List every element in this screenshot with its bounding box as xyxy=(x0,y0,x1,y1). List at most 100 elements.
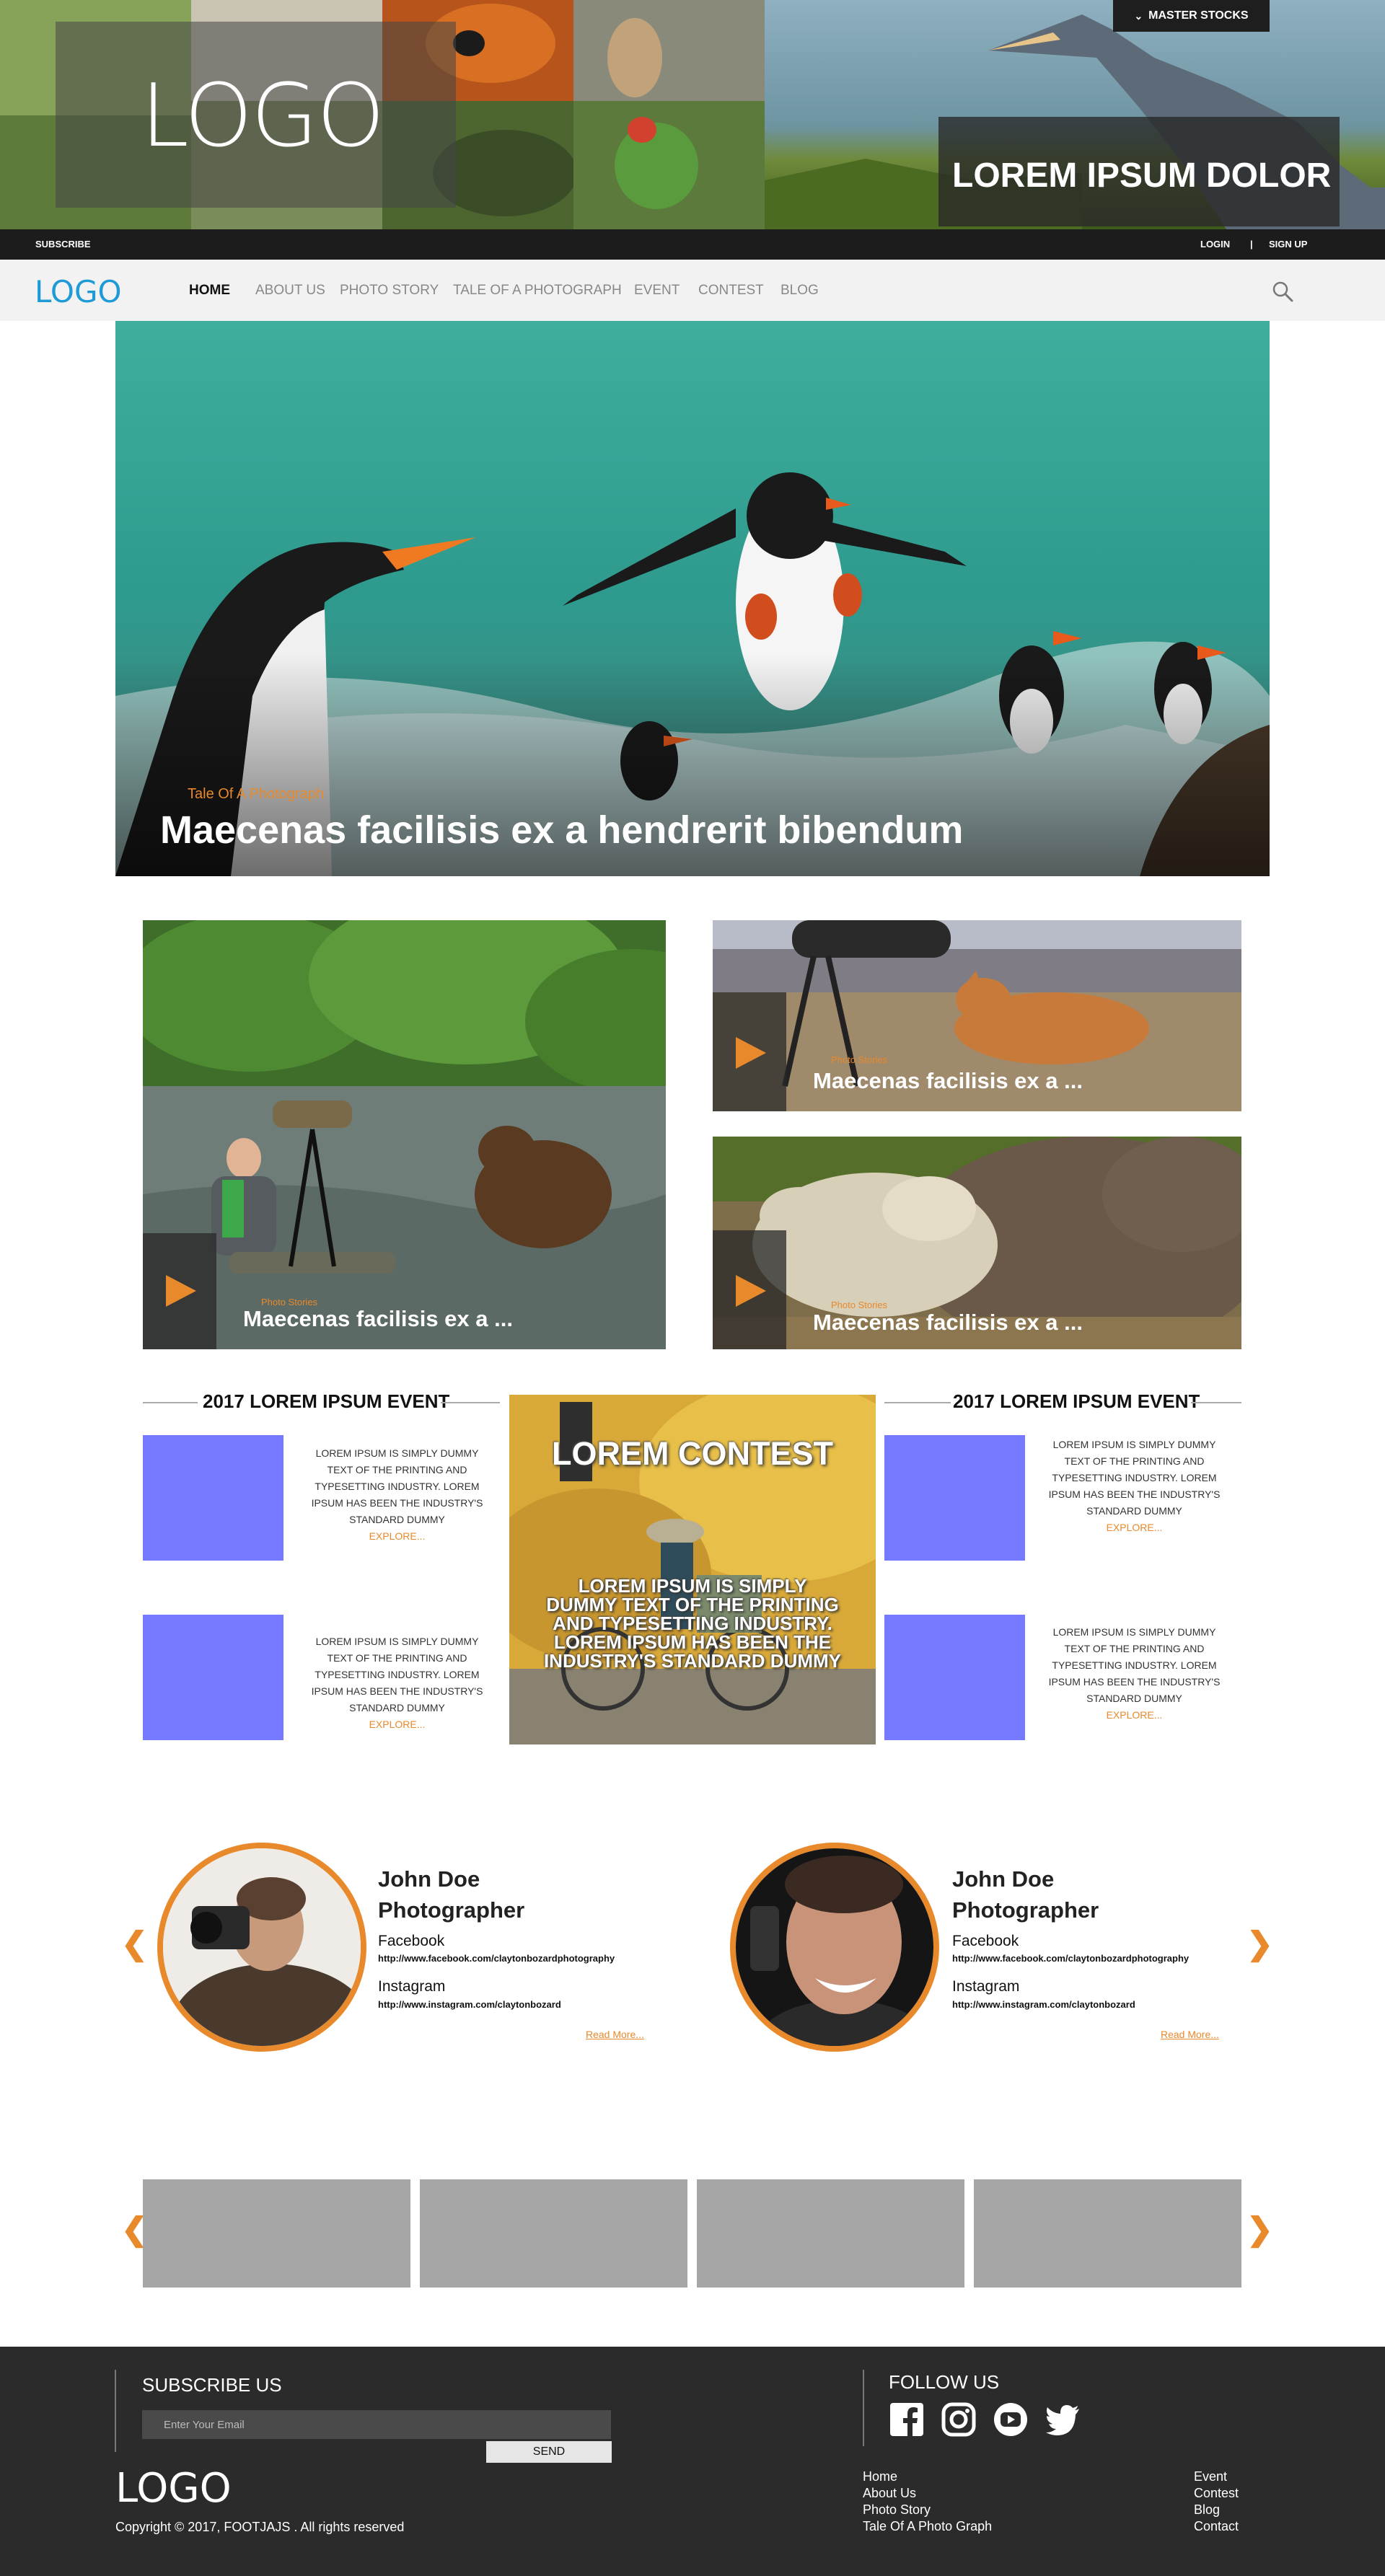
footer-link-event[interactable]: Event xyxy=(1194,2469,1227,2484)
event-text: LOREM IPSUM IS SIMPLY DUMMY TEXT OF THE … xyxy=(311,1447,483,1525)
nav-item-home[interactable]: HOME xyxy=(189,283,230,299)
photographers-next-arrow[interactable]: ❯ xyxy=(1246,1926,1273,1962)
read-more-link[interactable]: Read More... xyxy=(586,2029,644,2040)
footer-link-about-us[interactable]: About Us xyxy=(863,2486,916,2501)
footer-divider xyxy=(863,2370,864,2446)
nav-item-tale-of-a-photograph[interactable]: TALE OF A PHOTOGRAPH xyxy=(453,283,622,299)
card-title[interactable]: Maecenas facilisis ex a ... xyxy=(813,1310,1083,1336)
footer-divider xyxy=(115,2370,116,2452)
nav-item-contest[interactable]: CONTEST xyxy=(698,283,764,299)
subscribe-link[interactable]: SUBSCRIBE xyxy=(35,239,91,250)
photographers-prev-arrow[interactable]: ❮ xyxy=(121,1926,148,1962)
facebook-label: Facebook xyxy=(378,1933,445,1949)
play-button-box[interactable] xyxy=(143,1233,216,1349)
facebook-url[interactable]: http://www.facebook.com/claytonbozardpho… xyxy=(952,1953,1189,1964)
instagram-url[interactable]: http://www.instagram.com/claytonbozard xyxy=(952,1999,1135,2010)
footer-logo[interactable]: LOGO xyxy=(115,2465,232,2512)
twitter-icon[interactable] xyxy=(1045,2401,1081,2438)
event-image[interactable] xyxy=(884,1435,1025,1561)
search-icon[interactable] xyxy=(1271,280,1294,303)
play-button-box[interactable] xyxy=(713,992,786,1111)
event-description: LOREM IPSUM IS SIMPLY DUMMY TEXT OF THE … xyxy=(302,1445,493,1545)
divider xyxy=(1191,1402,1241,1403)
photographer-avatar[interactable] xyxy=(157,1843,366,2052)
play-icon xyxy=(736,1275,766,1307)
divider xyxy=(441,1402,500,1403)
email-input[interactable] xyxy=(142,2410,611,2439)
instagram-label: Instagram xyxy=(952,1978,1020,1995)
contest-description: LOREM IPSUM IS SIMPLY DUMMY TEXT OF THE … xyxy=(543,1575,842,1672)
event-text: LOREM IPSUM IS SIMPLY DUMMY TEXT OF THE … xyxy=(1048,1439,1221,1517)
event-image[interactable] xyxy=(143,1615,283,1740)
login-separator: | xyxy=(1250,239,1253,250)
photographer-name[interactable]: John Doe xyxy=(952,1863,1054,1894)
nav-item-about-us[interactable]: ABOUT US xyxy=(255,283,325,299)
play-button-box[interactable] xyxy=(713,1230,786,1349)
instagram-icon[interactable] xyxy=(941,2401,977,2438)
event-description: LOREM IPSUM IS SIMPLY DUMMY TEXT OF THE … xyxy=(1039,1624,1230,1724)
explore-link[interactable]: EXPLORE... xyxy=(302,1716,493,1733)
gallery-item[interactable] xyxy=(143,2179,410,2288)
event-heading-right: 2017 LOREM IPSUM EVENT xyxy=(953,1390,1200,1412)
instagram-url[interactable]: http://www.instagram.com/claytonbozard xyxy=(378,1999,561,2010)
story-card-fox[interactable]: Photo Stories Maecenas facilisis ex a ..… xyxy=(713,920,1241,1111)
footer-link-blog[interactable]: Blog xyxy=(1194,2502,1220,2518)
gallery-next-arrow[interactable]: ❯ xyxy=(1246,2211,1273,2248)
footer-link-contact[interactable]: Contact xyxy=(1194,2519,1239,2534)
hero-logo[interactable]: LOGO xyxy=(141,66,384,167)
story-image-bear xyxy=(143,920,666,1349)
login-link[interactable]: LOGIN xyxy=(1200,239,1230,250)
contest-title[interactable]: LOREM CONTEST xyxy=(509,1435,876,1473)
hero-tagline: LOREM IPSUM DOLOR xyxy=(952,156,1332,195)
top-bar: SUBSCRIBE LOGIN | SIGN UP xyxy=(0,229,1385,260)
nav-item-event[interactable]: EVENT xyxy=(634,283,680,299)
nav-logo[interactable]: LOGO xyxy=(35,274,122,309)
facebook-url[interactable]: http://www.facebook.com/claytonbozardpho… xyxy=(378,1953,615,1964)
explore-link[interactable]: EXPLORE... xyxy=(1039,1707,1230,1724)
footer-link-contest[interactable]: Contest xyxy=(1194,2486,1239,2501)
photographer-name[interactable]: John Doe xyxy=(378,1863,480,1894)
card-title[interactable]: Maecenas facilisis ex a ... xyxy=(243,1306,513,1332)
facebook-icon[interactable] xyxy=(889,2401,925,2438)
follow-title: FOLLOW US xyxy=(889,2371,1000,2393)
gallery-item[interactable] xyxy=(974,2179,1241,2288)
send-button[interactable]: SEND xyxy=(486,2441,612,2463)
photographer-role: Photographer xyxy=(952,1897,1099,1923)
photographer-avatar[interactable] xyxy=(730,1843,939,2052)
subscribe-title: SUBSCRIBE US xyxy=(142,2374,282,2396)
event-heading-left: 2017 LOREM IPSUM EVENT xyxy=(203,1390,450,1412)
nav-item-blog[interactable]: BLOG xyxy=(781,283,819,299)
event-image[interactable] xyxy=(884,1615,1025,1740)
explore-link[interactable]: EXPLORE... xyxy=(302,1528,493,1545)
gallery-item[interactable] xyxy=(697,2179,964,2288)
event-description: LOREM IPSUM IS SIMPLY DUMMY TEXT OF THE … xyxy=(1039,1437,1230,1536)
youtube-icon[interactable] xyxy=(993,2401,1029,2438)
nav-item-photo-story[interactable]: PHOTO STORY xyxy=(340,283,439,299)
story-card-bear[interactable]: Photo Stories Maecenas facilisis ex a ..… xyxy=(143,920,666,1349)
read-more-link[interactable]: Read More... xyxy=(1161,2029,1219,2040)
event-text: LOREM IPSUM IS SIMPLY DUMMY TEXT OF THE … xyxy=(1048,1626,1221,1704)
story-card-sheep[interactable]: Photo Stories Maecenas facilisis ex a ..… xyxy=(713,1137,1241,1349)
card-category[interactable]: Photo Stories xyxy=(831,1054,887,1065)
master-stocks-button[interactable]: ⌄ MASTER STOCKS xyxy=(1113,0,1270,32)
signup-link[interactable]: SIGN UP xyxy=(1269,239,1307,250)
event-image[interactable] xyxy=(143,1435,283,1561)
photographer-role: Photographer xyxy=(378,1897,525,1923)
footer-link-photo-story[interactable]: Photo Story xyxy=(863,2502,931,2518)
divider xyxy=(884,1402,951,1403)
explore-link[interactable]: EXPLORE... xyxy=(1039,1519,1230,1536)
card-title[interactable]: Maecenas facilisis ex a ... xyxy=(813,1068,1083,1094)
featured-category[interactable]: Tale Of A Photograph xyxy=(188,786,324,803)
divider xyxy=(143,1402,198,1403)
footer-link-tale-of-a-photo-graph[interactable]: Tale Of A Photo Graph xyxy=(863,2519,992,2534)
card-category[interactable]: Photo Stories xyxy=(831,1300,887,1310)
featured-title[interactable]: Maecenas facilisis ex a hendrerit bibend… xyxy=(160,808,963,852)
photographer-photo xyxy=(736,1848,933,2046)
facebook-label: Facebook xyxy=(952,1933,1019,1949)
instagram-label: Instagram xyxy=(378,1978,446,1995)
chevron-down-icon: ⌄ xyxy=(1134,9,1143,22)
photographer-photo xyxy=(163,1848,361,2046)
gallery-item[interactable] xyxy=(420,2179,687,2288)
copyright: Copyright © 2017, FOOTJAJS . All rights … xyxy=(115,2520,405,2534)
footer-link-home[interactable]: Home xyxy=(863,2469,897,2484)
